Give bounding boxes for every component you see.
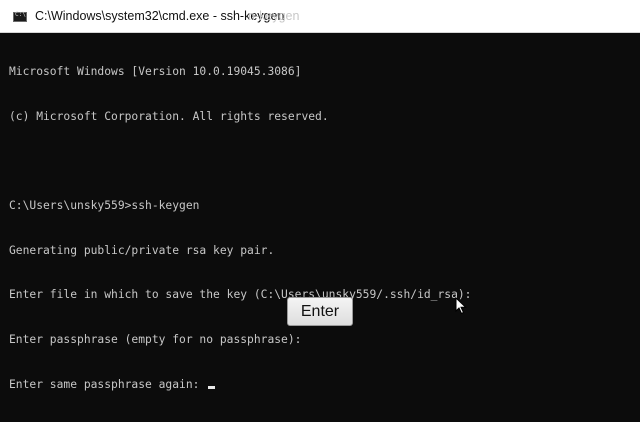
title-bar[interactable]: C:\Windows\system32\cmd.exe - ssh-keygen… — [0, 0, 640, 33]
window-title: C:\Windows\system32\cmd.exe - ssh-keygen — [35, 9, 285, 23]
cmd-icon — [13, 11, 27, 22]
enter-key-button[interactable]: Enter — [287, 297, 353, 326]
console-prompt-line[interactable]: Enter same passphrase again: — [9, 378, 634, 393]
console-line: Microsoft Windows [Version 10.0.19045.30… — [9, 64, 302, 78]
window-title-ghost: n-keygen — [248, 9, 300, 23]
console-line: C:\Users\unsky559>ssh-keygen — [9, 198, 200, 212]
cmd-window: C:\Windows\system32\cmd.exe - ssh-keygen… — [0, 0, 640, 391]
text-cursor — [208, 385, 216, 389]
console-line-text: Enter same passphrase again: — [9, 377, 207, 391]
console-line: Generating public/private rsa key pair. — [9, 243, 275, 257]
console-line: Enter passphrase (empty for no passphras… — [9, 333, 302, 347]
console-output[interactable]: Microsoft Windows [Version 10.0.19045.30… — [9, 35, 634, 422]
mouse-pointer-icon — [455, 297, 467, 315]
console-line: (c) Microsoft Corporation. All rights re… — [9, 109, 329, 123]
